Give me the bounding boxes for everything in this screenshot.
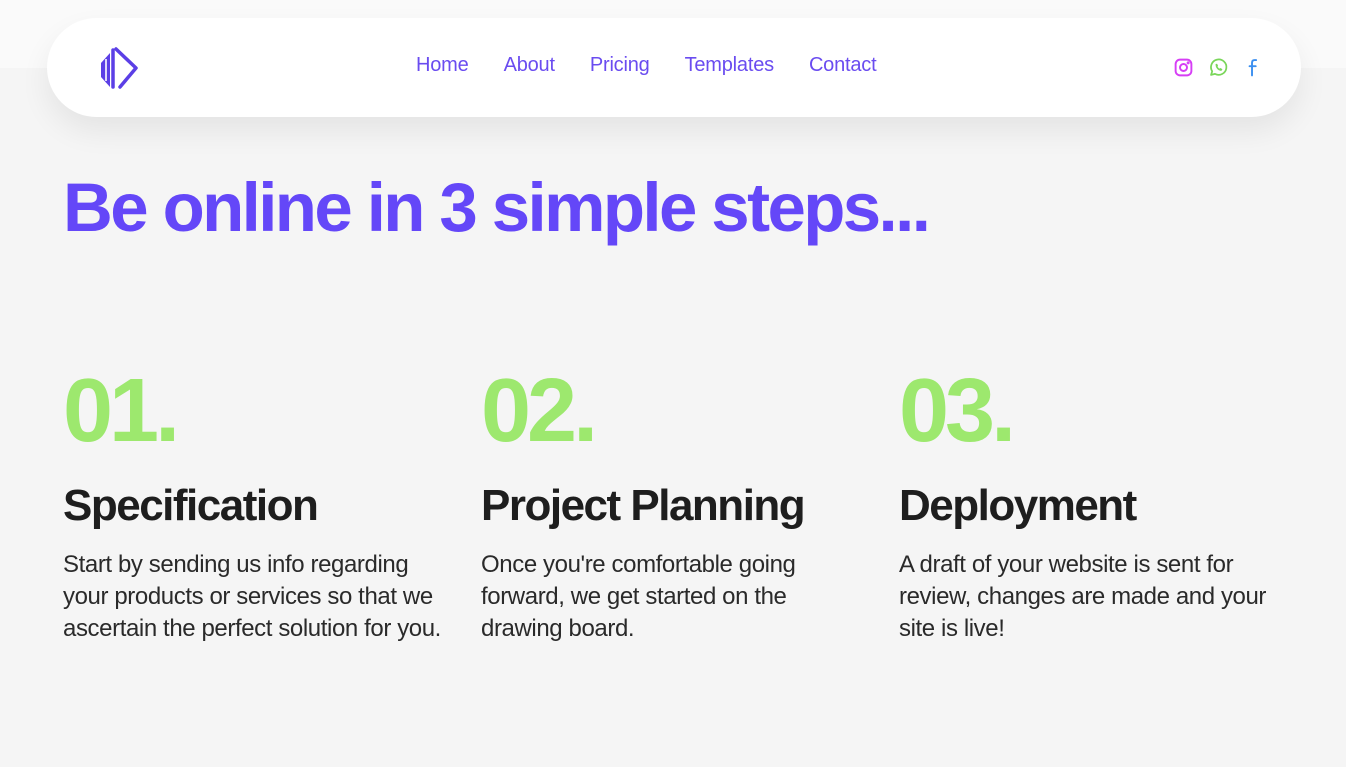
facebook-icon[interactable] xyxy=(1243,57,1264,78)
step-number: 03. xyxy=(899,361,1016,461)
instagram-icon[interactable] xyxy=(1173,57,1194,78)
logo-mark-icon[interactable] xyxy=(98,47,138,89)
navbar: Home About Pricing Templates Contact xyxy=(47,18,1301,117)
step-number: 01. xyxy=(63,361,180,461)
step-title: Deployment xyxy=(899,481,1137,530)
step-card: 03. Deployment A draft of your website i… xyxy=(899,361,1289,645)
nav-link-templates[interactable]: Templates xyxy=(685,54,775,77)
step-title: Specification xyxy=(63,481,319,530)
whatsapp-icon[interactable] xyxy=(1208,57,1229,78)
nav-link-home[interactable]: Home xyxy=(416,54,469,77)
nav-link-contact[interactable]: Contact xyxy=(809,54,877,77)
hero-title: Be online in 3 simple steps... xyxy=(63,169,931,246)
nav-link-pricing[interactable]: Pricing xyxy=(590,54,650,77)
nav-link-about[interactable]: About xyxy=(504,54,555,77)
step-description: Start by sending us info regarding your … xyxy=(63,551,441,642)
step-title: Project Planning xyxy=(481,481,806,530)
step-description: A draft of your website is sent for revi… xyxy=(899,551,1267,642)
step-description: Once you're comfortable going forward, w… xyxy=(481,551,796,642)
social-links xyxy=(1173,57,1264,78)
step-number: 02. xyxy=(481,361,598,461)
main-nav: Home About Pricing Templates Contact xyxy=(416,54,877,77)
step-card: 01. Specification Start by sending us in… xyxy=(63,361,453,645)
step-card: 02. Project Planning Once you're comfort… xyxy=(481,361,871,645)
